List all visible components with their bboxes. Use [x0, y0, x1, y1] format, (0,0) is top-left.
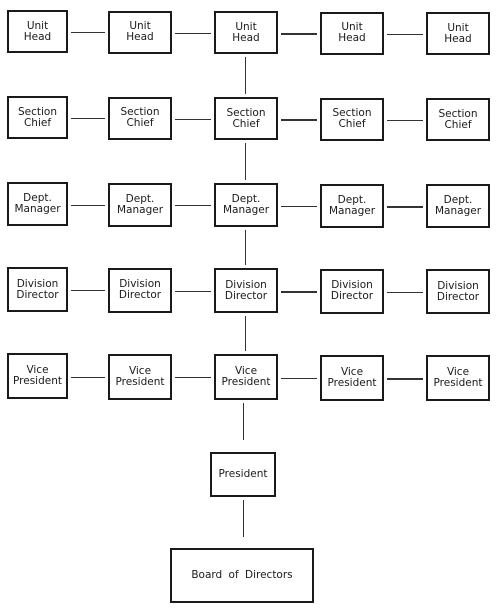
dept-manager-box: Dept. Manager [320, 183, 384, 228]
dept-manager-label: Dept. Manager [14, 192, 61, 215]
section-chief-label: Section Chief [332, 107, 372, 131]
connector-horizontal [71, 118, 105, 120]
section-chief-label: Section Chief [120, 106, 160, 130]
connector-vp-president [243, 403, 245, 440]
unit-head-label: Unit Head [444, 21, 472, 45]
unit-head-box: Unit Head [7, 10, 68, 53]
connector-horizontal [387, 33, 423, 36]
unit-head-label: Unit Head [338, 21, 366, 45]
division-director-label: Division Director [118, 278, 162, 302]
division-director-box: Division Director [214, 268, 278, 314]
section-chief-box: Section Chief [214, 97, 278, 141]
connector-vertical [245, 230, 247, 265]
vice-president-label: Vice President [433, 366, 483, 390]
vice-president-box: Vice President [7, 353, 68, 399]
president-box: President [210, 452, 276, 497]
division-director-label: Division Director [330, 279, 374, 303]
vice-president-box: Vice President [108, 353, 172, 400]
connector-vertical [245, 143, 247, 180]
vice-president-box: Vice President [426, 355, 490, 402]
connector-horizontal [175, 205, 211, 207]
section-chief-box: Section Chief [426, 98, 490, 142]
connector-horizontal [387, 378, 423, 380]
division-director-box: Division Director [320, 268, 384, 314]
vice-president-label: Vice President [221, 365, 271, 389]
connector-horizontal [387, 206, 423, 208]
vice-president-box: Vice President [320, 354, 384, 401]
connector-horizontal [71, 376, 105, 378]
president-label: President [218, 468, 268, 480]
dept-manager-box: Dept. Manager [108, 182, 172, 227]
dept-manager-box: Dept. Manager [7, 182, 68, 226]
division-director-label: Division Director [436, 279, 480, 303]
unit-head-box: Unit Head [214, 11, 278, 55]
dept-manager-label: Dept. Manager [116, 192, 164, 216]
unit-head-label: Unit Head [23, 19, 52, 43]
unit-head-label: Unit Head [126, 20, 154, 44]
dept-manager-label: Dept. Manager [434, 194, 482, 218]
connector-horizontal [281, 291, 317, 293]
connector-horizontal [175, 290, 211, 292]
division-director-box: Division Director [426, 269, 490, 315]
connector-horizontal [175, 377, 211, 379]
connector-horizontal [387, 119, 423, 122]
unit-head-box: Unit Head [320, 11, 384, 55]
section-chief-label: Section Chief [438, 107, 478, 131]
section-chief-box: Section Chief [108, 96, 172, 140]
board-of-directors-box: Board of Directors [170, 548, 314, 603]
section-chief-box: Section Chief [320, 97, 384, 141]
connector-horizontal [71, 32, 105, 34]
vice-president-label: Vice President [13, 364, 62, 387]
dept-manager-box: Dept. Manager [214, 183, 278, 228]
unit-head-label: Unit Head [232, 20, 260, 44]
unit-head-box: Unit Head [426, 12, 490, 56]
org-chart: President Board of Directors Unit Head Un… [0, 0, 500, 614]
division-director-label: Division Director [224, 278, 268, 302]
division-director-box: Division Director [7, 267, 68, 312]
section-chief-label: Section Chief [17, 105, 57, 129]
dept-manager-label: Dept. Manager [328, 193, 376, 217]
division-director-label: Division Director [16, 277, 59, 301]
connector-horizontal [281, 205, 317, 208]
connector-horizontal [281, 33, 317, 35]
vice-president-label: Vice President [327, 365, 377, 389]
unit-head-box: Unit Head [108, 10, 172, 54]
connector-horizontal [387, 291, 423, 294]
connector-horizontal [175, 118, 211, 120]
connector-horizontal [71, 204, 105, 206]
connector-vertical [245, 57, 247, 94]
connector-horizontal [71, 290, 105, 292]
division-director-box: Division Director [108, 267, 172, 313]
connector-horizontal [281, 119, 317, 121]
section-chief-label: Section Chief [226, 106, 266, 130]
connector-vertical [245, 316, 247, 351]
connector-president-board [243, 500, 245, 537]
dept-manager-label: Dept. Manager [222, 193, 270, 217]
board-label: Board of Directors [191, 569, 293, 581]
section-chief-box: Section Chief [7, 96, 68, 139]
vice-president-box: Vice President [214, 354, 278, 401]
connector-horizontal [175, 32, 211, 34]
dept-manager-box: Dept. Manager [426, 184, 490, 229]
vice-president-label: Vice President [115, 364, 165, 388]
connector-horizontal [281, 377, 317, 380]
